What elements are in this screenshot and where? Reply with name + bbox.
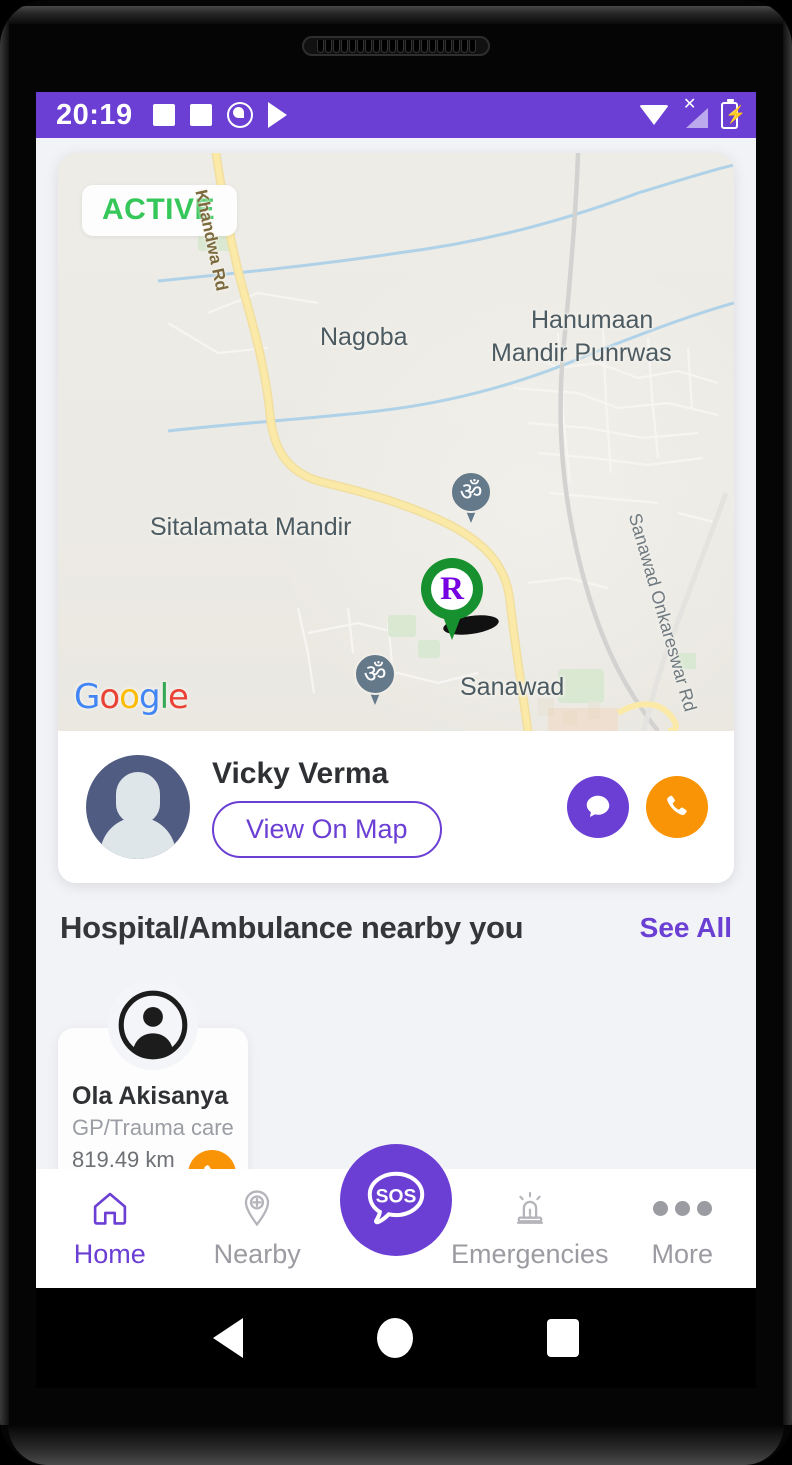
map-card: ACTIVE Khandwa Rd Sanawad Onkareswar Rd …: [58, 153, 734, 883]
sos-button[interactable]: SOS: [340, 1144, 452, 1256]
nav-label: Nearby: [213, 1239, 301, 1269]
home-icon: [89, 1185, 131, 1231]
nav-item-emergencies[interactable]: Emergencies: [451, 1185, 609, 1270]
map-view[interactable]: ACTIVE Khandwa Rd Sanawad Onkareswar Rd …: [58, 153, 734, 731]
square-icon: [189, 104, 212, 126]
see-all-link[interactable]: See All: [640, 912, 732, 944]
avatar: [108, 980, 198, 1070]
person-avatar-icon: [118, 990, 188, 1060]
chat-bubble-icon: [586, 795, 610, 817]
chat-button[interactable]: [567, 776, 629, 838]
phone-bezel-right: [783, 20, 792, 1425]
om-temple-icon[interactable]: ॐ: [354, 653, 396, 707]
location-pin-plus-icon: [236, 1185, 278, 1231]
section-header: Hospital/Ambulance nearby you See All: [60, 910, 732, 946]
svg-text:SOS: SOS: [376, 1186, 417, 1207]
map-label-hanumaan: Hanumaan: [531, 306, 654, 334]
user-action-buttons: [567, 776, 708, 838]
phone-bezel-top: [8, 6, 784, 24]
status-bar-time: 20:19: [56, 98, 133, 131]
phone-icon: [667, 795, 687, 816]
phone-frame: 20:19 ✕ ⚡ ACTIVE Khandwa Rd Sanawad Onka…: [0, 0, 792, 1465]
om-temple-icon[interactable]: ॐ: [450, 471, 492, 525]
play-store-icon: [267, 102, 287, 128]
wifi-icon: [639, 105, 669, 125]
map-label-mandir-punrwas: Mandir Punrwas: [491, 339, 672, 367]
provider-name: Ola Akisanya: [72, 1082, 229, 1110]
user-text-block: Vicky Verma View On Map: [212, 757, 567, 858]
nav-item-home[interactable]: Home: [36, 1185, 183, 1270]
status-bar-left-icons: [152, 102, 639, 128]
phone-screen: 20:19 ✕ ⚡ ACTIVE Khandwa Rd Sanawad Onka…: [36, 92, 756, 1288]
phone-bezel-bottom: [8, 1425, 784, 1465]
siren-icon: [509, 1185, 551, 1231]
map-label-nagoba: Nagoba: [320, 323, 408, 351]
status-bar: 20:19 ✕ ⚡: [36, 92, 756, 138]
android-system-nav: [36, 1288, 756, 1388]
nav-label: Home: [73, 1239, 146, 1269]
map-label-sitalamata-mandir: Sitalamata Mandir: [150, 513, 352, 541]
page-title: Hospital/Ambulance nearby you: [60, 910, 524, 945]
om-temple-icon[interactable]: ॐ: [732, 483, 734, 537]
marker-letter: R: [431, 568, 473, 610]
user-info-strip: Vicky Verma View On Map: [58, 731, 734, 883]
nav-item-more[interactable]: More: [609, 1185, 756, 1270]
back-triangle-icon[interactable]: [213, 1318, 243, 1358]
no-signal-icon: ✕: [682, 97, 708, 128]
call-button[interactable]: [646, 776, 708, 838]
google-attribution-logo: Google: [74, 677, 189, 717]
current-location-marker[interactable]: R: [421, 558, 483, 640]
ellipsis-icon: [652, 1185, 712, 1231]
map-label-sanawad: Sanawad: [460, 673, 565, 701]
battery-charging-icon: ⚡: [721, 98, 746, 129]
speaker-grille-icon: [302, 36, 490, 56]
map-roads-layer: [157, 153, 734, 731]
app-content: ACTIVE Khandwa Rd Sanawad Onkareswar Rd …: [36, 138, 756, 1288]
home-circle-icon[interactable]: [377, 1318, 413, 1358]
nav-item-nearby[interactable]: Nearby: [183, 1185, 330, 1270]
sos-speech-bubble-icon: SOS: [367, 1171, 425, 1225]
square-icon: [152, 104, 175, 126]
avatar: [86, 755, 190, 859]
status-bar-right-icons: ✕ ⚡: [639, 97, 746, 129]
compass-circle-icon: [226, 102, 253, 128]
view-on-map-button[interactable]: View On Map: [212, 800, 442, 858]
provider-role: GP/Trauma care: [72, 1115, 234, 1140]
nav-label: Emergencies: [450, 1239, 609, 1269]
nav-label: More: [651, 1239, 713, 1269]
user-name: Vicky Verma: [212, 756, 389, 790]
recents-square-icon[interactable]: [547, 1319, 579, 1357]
phone-bezel-left: [0, 20, 9, 1425]
